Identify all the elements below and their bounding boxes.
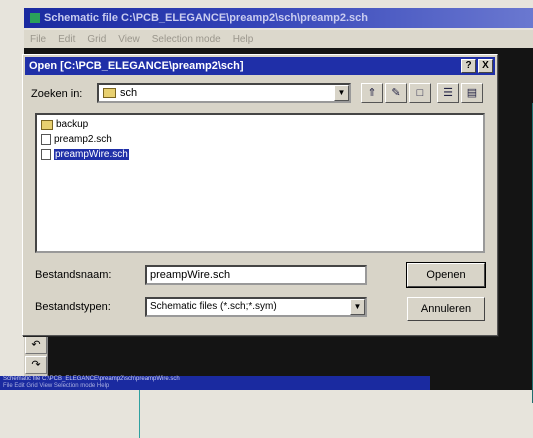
lookin-label: Zoeken in:	[31, 88, 83, 100]
help-button[interactable]: ?	[461, 59, 476, 73]
redo-icon[interactable]: ↷	[25, 356, 47, 374]
desktop-button[interactable]: ✎	[385, 83, 407, 103]
filetype-value: Schematic files (*.sch;*.sym)	[150, 301, 277, 312]
open-dialog: Open [C:\PCB_ELEGANCE\preamp2\sch] ? X Z…	[22, 54, 498, 336]
app-menubar: File Edit Grid View Selection mode Help	[24, 30, 533, 48]
undo-icon[interactable]: ↶	[25, 336, 47, 354]
file-name: preamp2.sch	[54, 134, 112, 145]
app-icon	[30, 13, 40, 23]
status-line-2: File Edit Grid View Selection mode Help	[3, 383, 110, 389]
file-name: preampWire.sch	[54, 149, 129, 160]
menu-edit[interactable]: Edit	[58, 34, 75, 45]
open-button[interactable]: Openen	[406, 262, 486, 288]
lookin-combo[interactable]: sch ▼	[97, 83, 351, 103]
list-view-button[interactable]: ☰	[437, 83, 459, 103]
menu-view[interactable]: View	[118, 34, 140, 45]
app-title: Schematic file C:\PCB_ELEGANCE\preamp2\s…	[44, 12, 368, 24]
chevron-down-icon[interactable]: ▼	[350, 299, 365, 315]
list-item[interactable]: backup	[41, 117, 479, 132]
close-button[interactable]: X	[478, 59, 493, 73]
file-list[interactable]: backup preamp2.sch preampWire.sch	[35, 113, 485, 253]
status-strip: Schematic file C:\PCB_ELEGANCE\preamp2\s…	[0, 376, 430, 390]
status-line-1: Schematic file C:\PCB_ELEGANCE\preamp2\s…	[3, 376, 180, 382]
menu-file[interactable]: File	[30, 34, 46, 45]
file-name: backup	[56, 119, 89, 130]
file-icon	[41, 149, 51, 160]
folder-icon	[103, 88, 116, 98]
menu-selection-mode[interactable]: Selection mode	[152, 34, 221, 45]
cancel-button[interactable]: Annuleren	[407, 297, 485, 321]
list-item[interactable]: preampWire.sch	[41, 147, 479, 162]
filetype-select[interactable]: Schematic files (*.sch;*.sym) ▼	[145, 297, 367, 317]
chevron-down-icon[interactable]: ▼	[334, 85, 349, 101]
details-view-button[interactable]: ▤	[461, 83, 483, 103]
app-titlebar: Schematic file C:\PCB_ELEGANCE\preamp2\s…	[24, 8, 533, 28]
dialog-titlebar: Open [C:\PCB_ELEGANCE\preamp2\sch]	[25, 57, 495, 75]
menu-help[interactable]: Help	[233, 34, 254, 45]
menu-grid[interactable]: Grid	[87, 34, 106, 45]
lookin-value: sch	[120, 87, 138, 99]
file-icon	[41, 134, 51, 145]
filename-field[interactable]: preampWire.sch	[145, 265, 367, 285]
filetype-label: Bestandstypen:	[35, 301, 111, 313]
up-folder-button[interactable]: ⇑	[361, 83, 383, 103]
new-folder-button[interactable]: □	[409, 83, 431, 103]
folder-icon	[41, 119, 53, 130]
dialog-title: Open [C:\PCB_ELEGANCE\preamp2\sch]	[29, 60, 244, 72]
list-item[interactable]: preamp2.sch	[41, 132, 479, 147]
filename-label: Bestandsnaam:	[35, 269, 112, 281]
